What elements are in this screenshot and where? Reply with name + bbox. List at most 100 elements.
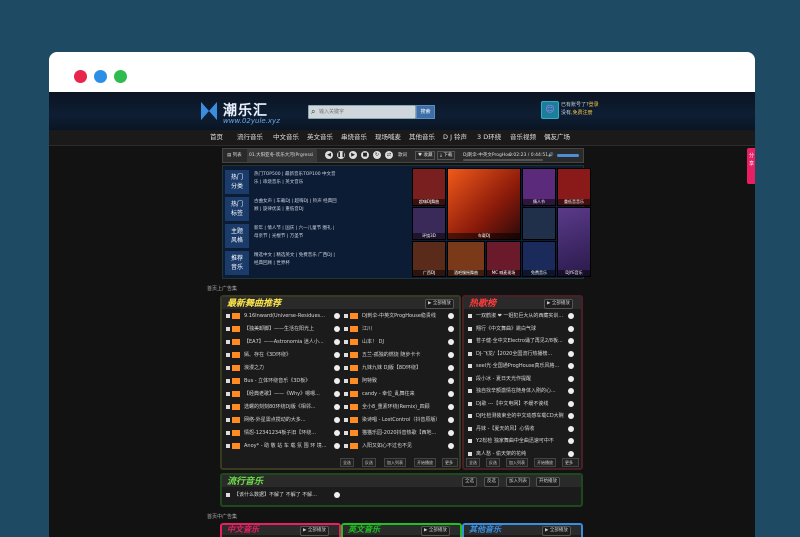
pause-icon[interactable]: ❚❚ [337,151,345,159]
nav-item-ringtone[interactable]: D J 铃声 [443,130,467,145]
search-button[interactable]: 搜索 [416,105,435,119]
play-icon[interactable] [568,425,574,432]
nav-item-chinese[interactable]: 中文音乐 [273,130,299,145]
play-icon[interactable] [568,450,574,457]
tile-valentine[interactable]: 情人节 [522,168,556,206]
play-icon[interactable] [448,404,454,410]
play-icon[interactable] [334,378,340,384]
hot-invert[interactable]: 反选 [486,458,500,467]
minimize-dot[interactable] [94,70,107,83]
close-dot[interactable] [74,70,87,83]
play-icon[interactable] [568,438,574,444]
play-icon[interactable] [448,365,454,371]
english-play-all[interactable]: ▶ 全部播放 [421,526,450,536]
play-icon[interactable] [448,339,454,345]
play-icon[interactable] [568,363,574,369]
category-theme[interactable]: 主题 风格 [225,224,249,248]
play-icon[interactable] [568,313,574,319]
play-icon[interactable] [334,417,340,423]
nav-item-video[interactable]: 音乐视频 [510,130,536,145]
checkbox[interactable] [468,414,472,418]
list-item[interactable]: 情怨-12341234板子旧【环绕... 猫猫乐园-2020抖音热歌【西地... [222,428,459,438]
checkbox[interactable] [226,353,230,357]
hot-play-all[interactable]: ▶ 全部播放 [544,299,573,309]
next-icon[interactable]: ▶ [349,151,357,159]
checkbox[interactable] [468,439,472,443]
checkbox[interactable] [468,364,472,368]
tile-bar-dance[interactable]: 酒吧慢摇舞曲 [447,241,485,277]
play-icon[interactable] [568,413,574,419]
checkbox[interactable] [226,493,230,497]
tile-djye[interactable]: DJYE音乐 [557,207,591,277]
tile-bass[interactable]: 重低音音乐 [557,168,591,206]
lyric-button[interactable]: 歌词 [398,149,407,162]
play-icon[interactable] [448,378,454,384]
nav-item-live[interactable]: 现场喊麦 [375,130,401,145]
list-item[interactable]: 一双鹤淑 ❤ 一姐犯巨大从的西藏实训... [464,311,581,321]
nav-item-3d[interactable]: 3 D环绕 [477,130,501,145]
checkbox[interactable] [344,392,348,396]
tile-free[interactable]: 免费音乐 [522,241,556,277]
checkbox[interactable] [226,340,230,344]
tile-3d[interactable]: 环绕3D [412,207,446,240]
play-icon[interactable] [334,365,340,371]
play-icon[interactable] [334,430,340,436]
play-icon[interactable] [334,339,340,345]
list-item[interactable]: 嫣、存在《3D环绕》 五兰-孤独的燃烧 随步卡卡 [222,350,459,360]
prev-icon[interactable]: ◀ [325,151,333,159]
play-icon[interactable] [448,430,454,436]
checkbox[interactable] [468,376,472,381]
nav-item-english[interactable]: 英文音乐 [307,130,333,145]
list-item[interactable]: DJ吐检测装束全的中文动感车载CD大碗... [464,411,581,421]
login-link[interactable]: 登录 [589,102,599,108]
volume-slider[interactable] [557,154,579,157]
latest-play-all[interactable]: ▶ 全部播放 [425,299,454,309]
list-item[interactable]: 翔行《中文舞曲》跳白气球 [464,324,581,334]
current-track-select[interactable]: 01.大阳亚冬-欢乐大河(Prgressi [247,149,317,162]
register-link[interactable]: 免费注册 [573,110,593,116]
play-icon[interactable] [334,492,340,498]
play-icon[interactable] [568,375,574,382]
start-play-button[interactable]: 开始播放 [414,458,436,467]
list-item[interactable]: 【经典老歌】——《Why》嗯嗯... candy - 幸位_乱舞往来 [222,389,459,399]
category-recommend-links[interactable]: 精选中文 | 精选英文 | 免费音乐 广西DJ | 经典回顾 | 世界杯 [254,252,338,276]
select-all-button[interactable]: 全选 [340,458,354,467]
checkbox[interactable] [468,401,472,406]
nav-item-pop[interactable]: 流行音乐 [237,130,263,145]
checkbox[interactable] [468,389,472,393]
category-tags-links[interactable]: 古曲女声 | 车载DJ | 超嗨DJ | 铃声 经典回顾 | 旋律优美 | 重低… [254,198,338,222]
hot-select-all[interactable]: 全选 [466,458,480,467]
checkbox[interactable] [226,431,230,435]
checkbox[interactable] [468,339,472,343]
tile-chaohai-dj[interactable]: 超嗨DJ舞曲 [412,168,446,206]
category-hot[interactable]: 热门 分类 [225,170,249,194]
play-icon[interactable] [334,391,340,397]
volume-icon[interactable]: 🔊 [548,149,554,162]
tile-car-dj[interactable]: 车载DJ [447,168,521,240]
category-tags[interactable]: 热门 标签 [225,197,249,221]
favorite-button[interactable]: ♥ 收藏 [415,151,436,160]
list-item[interactable]: 独自找辛额激情在随身体入刚的心... [464,386,581,396]
play-icon[interactable] [334,443,340,449]
list-item[interactable]: 丹妹 -【夏天的风】心情收 [464,424,581,434]
hot-start-play[interactable]: 开始播放 [534,458,556,467]
play-icon[interactable] [448,352,454,358]
checkbox[interactable] [344,366,348,370]
more-link[interactable]: 更多> [442,458,458,468]
list-item[interactable]: 离人愁 - 偷天架的花纯 [464,449,581,459]
checkbox[interactable] [344,418,348,422]
checkbox[interactable] [468,314,472,318]
checkbox[interactable] [344,340,348,344]
list-item[interactable]: 苍子健·全中文Electro诵了再见2/8板... [464,336,581,346]
shuffle-icon[interactable]: ⇄ [385,151,393,159]
hot-add-list[interactable]: 加入列表 [506,458,528,467]
pop-add-list[interactable]: 加入列表 [506,477,530,487]
checkbox[interactable] [468,426,472,431]
nav-item-home[interactable]: 首页 [210,130,223,145]
checkbox[interactable] [344,431,348,435]
site-logo[interactable]: 潮乐汇 www.02yule.xyz [201,100,291,126]
play-icon[interactable] [568,400,574,407]
checkbox[interactable] [344,379,348,383]
search-input[interactable] [319,106,411,118]
pop-start-play[interactable]: 开始播放 [536,477,560,487]
